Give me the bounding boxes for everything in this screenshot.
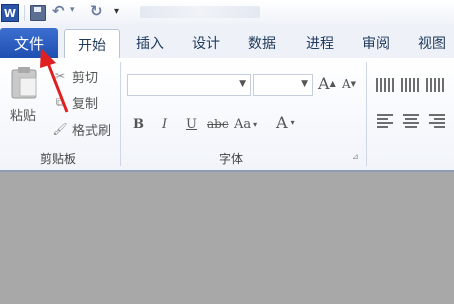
- font-name-combobox[interactable]: ▼: [127, 74, 251, 96]
- align-right-icon[interactable]: [429, 114, 445, 128]
- document-area[interactable]: [0, 172, 454, 304]
- tab-review[interactable]: 审阅: [358, 32, 394, 54]
- italic-button[interactable]: I: [162, 114, 167, 134]
- redo-icon[interactable]: ↻: [90, 2, 103, 20]
- clipboard-group-label: 剪贴板: [40, 152, 77, 166]
- copy-label: 复制: [72, 96, 99, 112]
- change-case-label: Aa: [234, 116, 252, 132]
- undo-icon[interactable]: ↶: [52, 2, 65, 20]
- qat-separator: [24, 5, 25, 21]
- chevron-down-icon[interactable]: ▼: [239, 79, 246, 89]
- copy-icon: ⧉: [55, 94, 65, 109]
- shrink-font-button[interactable]: A ▼: [342, 77, 356, 91]
- font-color-label: A: [276, 112, 288, 132]
- grow-font-label: A: [318, 74, 330, 93]
- columns-icon[interactable]: [401, 78, 419, 92]
- format-painter-button[interactable]: 🖌 格式刷: [52, 120, 112, 139]
- tab-process[interactable]: 进程: [302, 32, 338, 54]
- align-left-icon[interactable]: [377, 114, 393, 128]
- tab-design[interactable]: 设计: [188, 32, 224, 54]
- tab-home[interactable]: 开始: [64, 29, 120, 60]
- window-title-blur: [140, 6, 260, 18]
- customize-qat-icon[interactable]: ▾: [114, 6, 119, 17]
- group-divider: [366, 62, 367, 166]
- cut-label: 剪切: [72, 70, 99, 86]
- shrink-font-label: A: [342, 77, 351, 91]
- scissors-icon: ✂: [54, 69, 66, 83]
- tab-insert[interactable]: 插入: [132, 32, 168, 54]
- strikethrough-button[interactable]: abc: [207, 114, 229, 134]
- change-case-button[interactable]: Aa ▾: [234, 114, 257, 134]
- grow-font-button[interactable]: A ▲: [318, 74, 336, 93]
- copy-button[interactable]: ⧉ 复制: [52, 93, 99, 112]
- ribbon-tab-row: 文件 开始 插入 设计 数据 进程 审阅 视图: [0, 26, 454, 60]
- cut-button[interactable]: ✂ 剪切: [52, 67, 99, 86]
- chevron-down-icon[interactable]: ▼: [301, 79, 308, 89]
- undo-dropdown-icon[interactable]: ▾: [70, 5, 75, 15]
- underline-button[interactable]: U: [186, 114, 197, 134]
- tab-view[interactable]: 视图: [414, 32, 450, 54]
- format-painter-label: 格式刷: [72, 123, 112, 139]
- dialog-launcher-icon[interactable]: ⊿: [352, 152, 359, 161]
- app-icon[interactable]: W: [1, 4, 19, 22]
- tab-data[interactable]: 数据: [244, 32, 280, 54]
- spacing-icon[interactable]: [426, 78, 444, 92]
- ribbon-body: 粘贴 ✂ 剪切 ⧉ 复制 🖌 格式刷 剪贴板 ▼ ▼ A ▲ A ▼ B I U a…: [0, 58, 454, 172]
- align-center-icon[interactable]: [403, 114, 419, 128]
- font-size-combobox[interactable]: ▼: [253, 74, 313, 96]
- brush-icon: 🖌: [52, 122, 68, 136]
- title-bar: W ↶ ▾ ↻ ▾: [0, 0, 454, 27]
- font-group-label: 字体: [219, 152, 244, 166]
- font-color-button[interactable]: A ▾: [276, 112, 295, 132]
- group-divider: [120, 62, 121, 166]
- text-direction-icon[interactable]: [376, 78, 394, 92]
- tab-file[interactable]: 文件: [0, 28, 58, 58]
- save-icon[interactable]: [30, 5, 46, 21]
- paste-icon[interactable]: [8, 66, 42, 100]
- bold-button[interactable]: B: [133, 114, 144, 134]
- paste-label[interactable]: 粘贴: [10, 105, 36, 124]
